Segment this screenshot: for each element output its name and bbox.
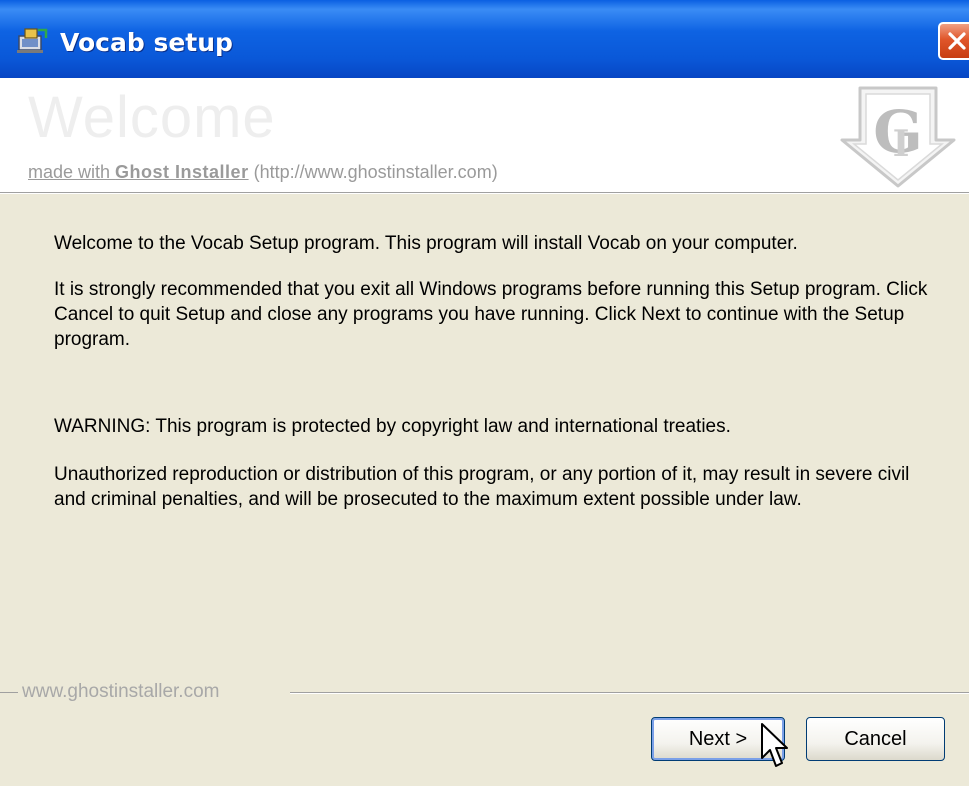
- cancel-button[interactable]: Cancel: [806, 717, 945, 761]
- footer-divider-left: [0, 692, 18, 693]
- installer-icon: [17, 28, 48, 53]
- welcome-paragraph: Welcome to the Vocab Setup program. This…: [54, 233, 798, 254]
- header-divider-highlight: [0, 193, 969, 194]
- title-bar[interactable]: Vocab setup: [0, 0, 969, 78]
- window-title: Vocab setup: [60, 28, 233, 57]
- recommendation-paragraph: It is strongly recommended that you exit…: [54, 279, 928, 350]
- brand-link: Ghost Installer: [115, 162, 249, 182]
- setup-window: Vocab setup Welcome made with Ghost Inst…: [0, 0, 969, 786]
- made-with-line: made with Ghost Installer (http://www.gh…: [28, 162, 498, 183]
- mouse-pointer-icon: [761, 723, 788, 767]
- legal-paragraph: Unauthorized reproduction or distributio…: [54, 464, 910, 510]
- welcome-heading: Welcome: [28, 85, 276, 150]
- svg-text:I: I: [893, 123, 910, 165]
- header-banner: Welcome made with Ghost Installer (http:…: [0, 78, 969, 192]
- footer-brand: www.ghostinstaller.com: [22, 681, 220, 702]
- ghost-installer-logo-icon: G I: [840, 86, 956, 188]
- made-with-link[interactable]: made with Ghost Installer: [28, 162, 249, 182]
- warning-paragraph: WARNING: This program is protected by co…: [54, 416, 731, 437]
- made-with-prefix: made with: [28, 162, 116, 182]
- close-button[interactable]: [938, 22, 969, 60]
- brand-url: (http://www.ghostinstaller.com): [253, 162, 498, 182]
- close-icon: [948, 32, 966, 50]
- footer-divider-highlight: [290, 693, 969, 694]
